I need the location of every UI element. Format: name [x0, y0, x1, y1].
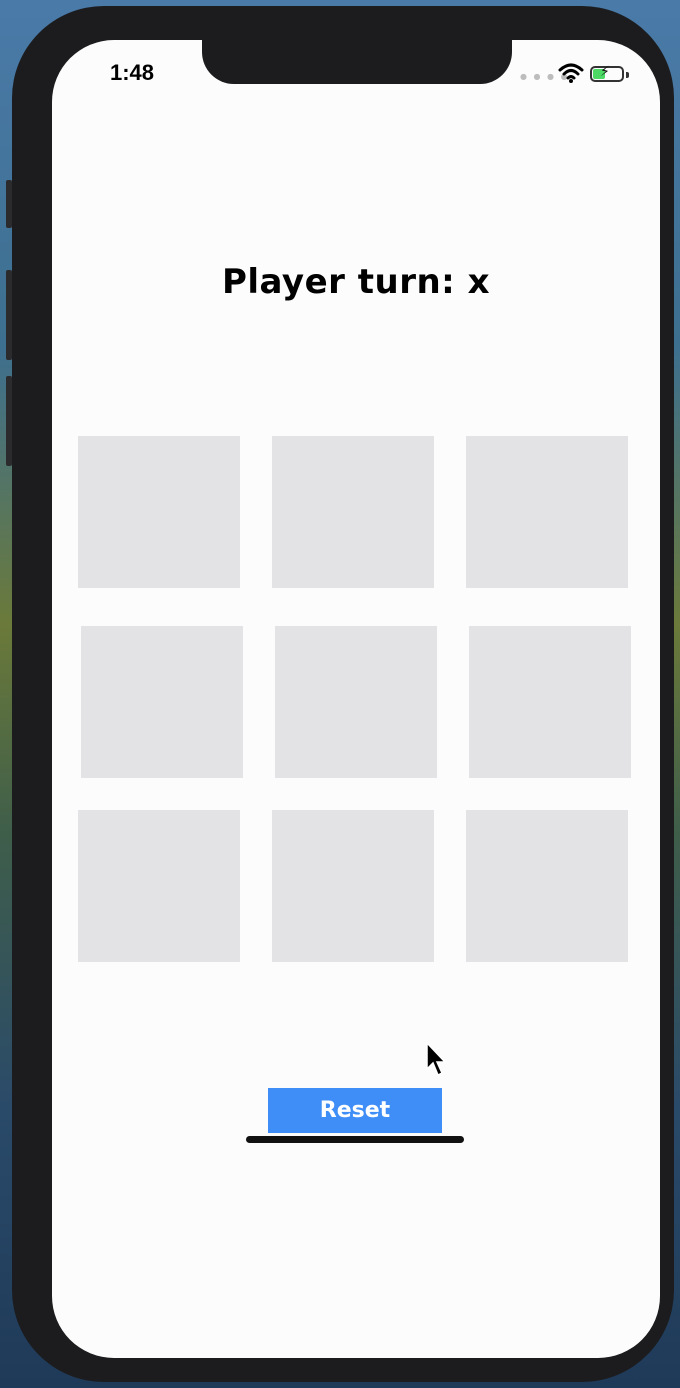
board-cell-1[interactable] — [78, 436, 240, 588]
wifi-icon — [558, 63, 584, 83]
board-cell-5[interactable] — [275, 626, 437, 778]
battery-cap — [626, 72, 629, 78]
board-cell-9[interactable] — [466, 810, 628, 962]
mouse-cursor-icon — [426, 1042, 447, 1077]
board-cell-3[interactable] — [466, 436, 628, 588]
status-time: 1:48 — [110, 60, 155, 85]
reset-button[interactable]: Reset — [268, 1088, 442, 1133]
board-cell-7[interactable] — [78, 810, 240, 962]
notch — [202, 40, 512, 84]
status-icons: ● ● ● ● ⚡ — [520, 62, 632, 86]
board-cell-2[interactable] — [272, 436, 434, 588]
player-turn-title: Player turn: x — [221, 262, 491, 302]
phone-frame: 1:48 ● ● ● ● ⚡ Player turn: x Reset — [12, 6, 674, 1382]
board-cell-4[interactable] — [81, 626, 243, 778]
app-screen: 1:48 ● ● ● ● ⚡ Player turn: x Reset — [52, 40, 660, 1358]
board-cell-8[interactable] — [272, 810, 434, 962]
home-indicator[interactable] — [246, 1136, 464, 1143]
board-cell-6[interactable] — [469, 626, 631, 778]
charging-bolt-icon: ⚡ — [600, 64, 610, 80]
